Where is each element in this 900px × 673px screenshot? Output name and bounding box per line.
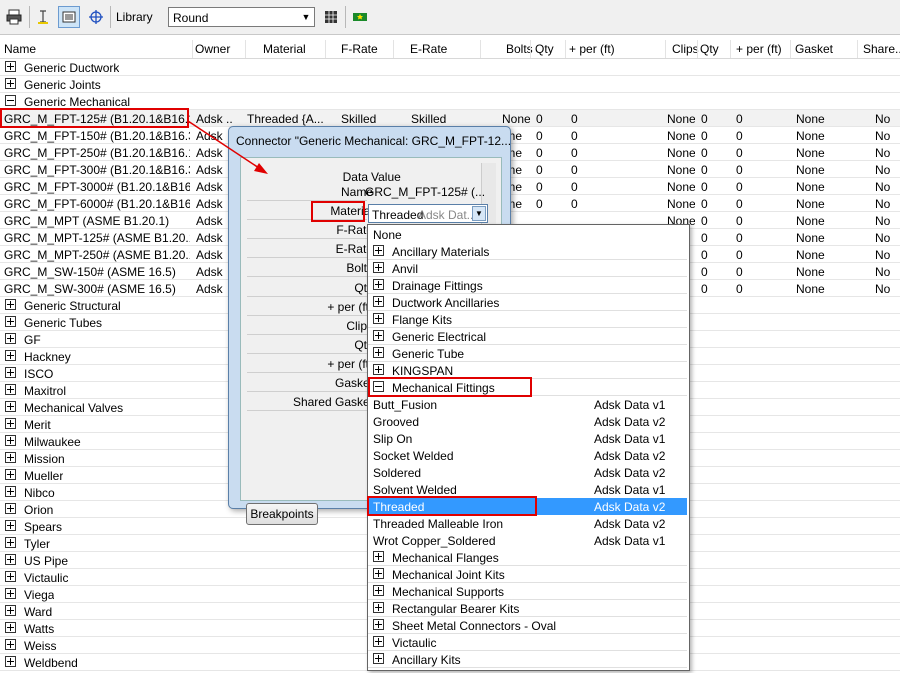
annotation-arrow-icon bbox=[187, 120, 268, 174]
